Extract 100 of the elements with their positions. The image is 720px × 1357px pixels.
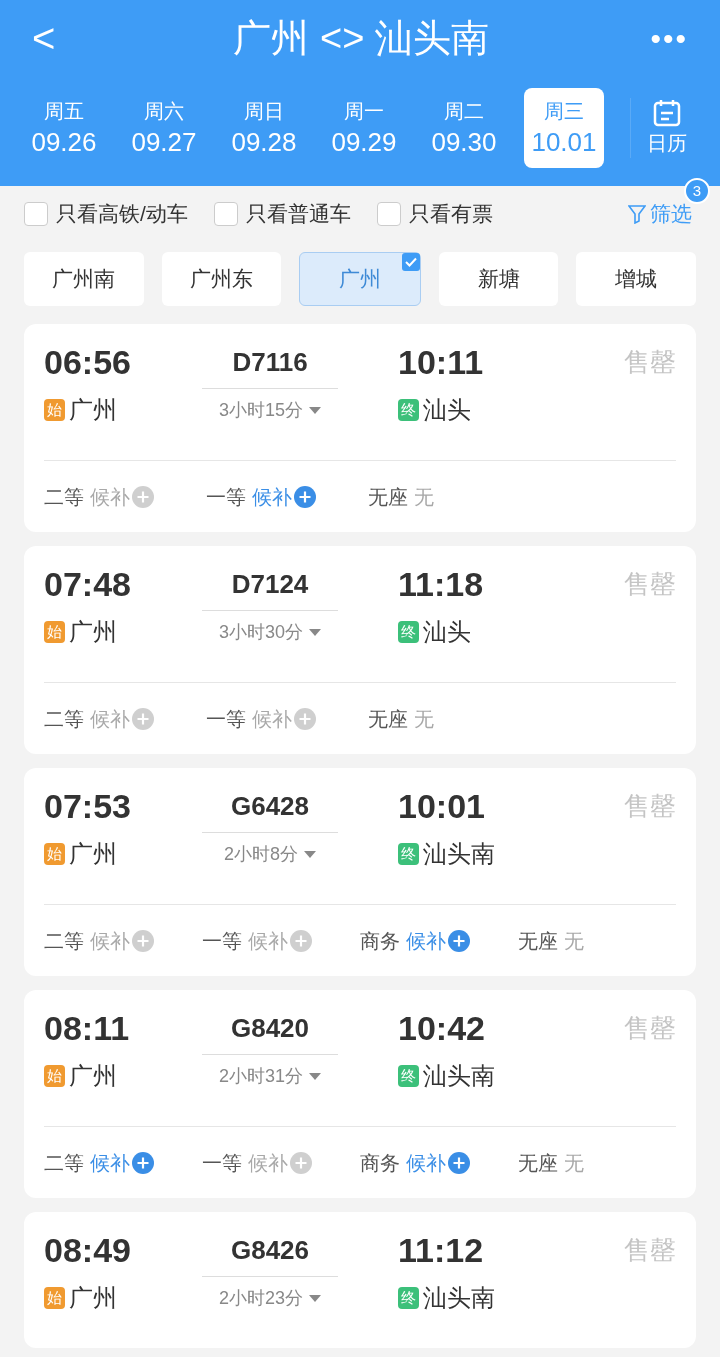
date-tab[interactable]: 周日 09.28	[224, 88, 304, 168]
duration: 3小时15分	[218, 399, 303, 422]
seat-class: 二等	[44, 1150, 84, 1176]
dropdown-caret-icon	[309, 1072, 321, 1081]
seat-class: 无座	[518, 1150, 558, 1176]
seat-status: 无	[564, 1150, 584, 1176]
seat-class: 二等	[44, 928, 84, 954]
calendar-button[interactable]: 日历	[630, 98, 702, 158]
train-number: D7116	[202, 340, 338, 389]
calendar-icon	[651, 98, 682, 128]
arrive-station: 汕头	[423, 617, 471, 647]
train-number: G6428	[202, 784, 338, 833]
seat-class: 二等	[44, 484, 84, 510]
depart-station: 广州	[69, 839, 117, 869]
back-button[interactable]: <	[32, 8, 72, 68]
sold-out-status: 售罄	[624, 346, 676, 379]
seat-class: 一等	[202, 928, 242, 954]
dropdown-caret-icon	[309, 628, 321, 637]
seat-status: 候补	[248, 1150, 288, 1176]
station-tab[interactable]: 广州	[299, 252, 421, 306]
seat-status: 无	[414, 484, 434, 510]
more-button[interactable]: •••	[650, 15, 688, 61]
arrive-time: 10:11	[398, 342, 484, 383]
checkbox[interactable]	[376, 202, 401, 226]
seat-class: 无座	[518, 928, 558, 954]
station-tab[interactable]: 广州东	[161, 252, 282, 306]
arrive-time: 10:01	[398, 786, 485, 827]
date-tab[interactable]: 周六 09.27	[124, 88, 204, 168]
train-card[interactable]: 06:56 始 广州 D7116 3小时15分 10:11 终 汕头 售罄 二等 候补 一等 候补 无座 无	[24, 324, 696, 532]
plus-icon	[290, 929, 312, 952]
depart-station: 广州	[69, 395, 117, 425]
plus-icon	[132, 707, 154, 730]
duration: 3小时30分	[218, 621, 303, 644]
checkbox[interactable]	[213, 202, 238, 226]
station-tab[interactable]: 新塘	[438, 252, 559, 306]
arrive-time: 11:18	[398, 564, 484, 605]
date-tab[interactable]: 周二 09.30	[424, 88, 504, 168]
duration: 2小时31分	[218, 1065, 303, 1088]
date-tab[interactable]: 周一 09.29	[324, 88, 404, 168]
end-badge: 终	[398, 399, 419, 421]
seat-status: 候补	[248, 928, 288, 954]
seat-class: 无座	[368, 706, 408, 732]
count-badge: 3	[684, 178, 710, 205]
sold-out-status: 售罄	[624, 790, 676, 823]
seat-status: 候补	[90, 484, 130, 510]
funnel-icon	[628, 204, 646, 224]
seat-class: 一等	[202, 1150, 242, 1176]
train-card[interactable]: 08:49 始 广州 G8426 2小时23分 11:12 终 汕头南 售罄	[24, 1212, 696, 1348]
start-badge: 始	[44, 1287, 65, 1309]
dropdown-caret-icon	[309, 1294, 321, 1303]
duration: 2小时8分	[224, 843, 298, 866]
train-card[interactable]: 08:11 始 广州 G8420 2小时31分 10:42 终 汕头南 售罄 二等 候补 一等 候补 商务 候补 无座 无	[24, 990, 696, 1198]
seat-class: 一等	[206, 706, 246, 732]
station-tab[interactable]: 增城	[576, 252, 696, 306]
start-badge: 始	[44, 1065, 65, 1087]
seat-status: 候补	[90, 928, 130, 954]
train-card[interactable]: 07:53 始 广州 G6428 2小时8分 10:01 终 汕头南 售罄 二等 候补 一等 候补 商务 候补 无座 无	[24, 768, 696, 976]
depart-station: 广州	[69, 617, 117, 647]
seat-status: 候补	[406, 928, 446, 954]
date-tab[interactable]: 周三 10.01	[524, 88, 604, 168]
check-icon	[401, 253, 420, 271]
train-card[interactable]: 07:48 始 广州 D7124 3小时30分 11:18 终 汕头 售罄 二等 候补 一等 候补 无座 无	[24, 546, 696, 754]
plus-icon	[294, 485, 316, 508]
page-title: 广州 <> 汕头南	[232, 15, 490, 61]
start-badge: 始	[44, 843, 65, 865]
depart-time: 08:11	[44, 1008, 131, 1049]
arrive-time: 11:12	[398, 1230, 484, 1271]
arrive-station: 汕头南	[423, 1061, 495, 1091]
seat-status: 候补	[252, 484, 292, 510]
date-tab[interactable]: 周五 09.26	[24, 88, 104, 168]
depart-time: 07:53	[44, 786, 132, 827]
seat-class: 一等	[206, 484, 246, 510]
seat-class: 二等	[44, 706, 84, 732]
end-badge: 终	[398, 1287, 419, 1309]
seat-class: 商务	[360, 928, 400, 954]
dropdown-caret-icon	[304, 850, 316, 859]
seat-status: 候补	[406, 1150, 446, 1176]
checkbox-label: 只看普通车	[245, 201, 351, 228]
seat-class: 无座	[368, 484, 408, 510]
duration: 2小时23分	[218, 1287, 303, 1310]
end-badge: 终	[398, 843, 419, 865]
start-badge: 始	[44, 621, 65, 643]
seat-status: 无	[414, 706, 434, 732]
seat-class: 商务	[360, 1150, 400, 1176]
sold-out-status: 售罄	[624, 568, 676, 601]
plus-icon	[132, 485, 154, 508]
seat-status: 候补	[90, 1150, 130, 1176]
depart-time: 06:56	[44, 342, 132, 383]
plus-icon	[290, 1151, 312, 1174]
plus-icon	[448, 1151, 470, 1174]
checkbox[interactable]	[24, 202, 48, 226]
station-tab[interactable]: 广州南	[24, 252, 144, 306]
start-badge: 始	[44, 399, 65, 421]
sold-out-status: 售罄	[624, 1012, 676, 1045]
sold-out-status: 售罄	[624, 1234, 676, 1267]
depart-time: 08:49	[44, 1230, 132, 1271]
train-number: D7124	[202, 562, 338, 611]
end-badge: 终	[398, 1065, 419, 1087]
train-number: G8426	[202, 1228, 338, 1277]
arrive-station: 汕头	[423, 395, 471, 425]
